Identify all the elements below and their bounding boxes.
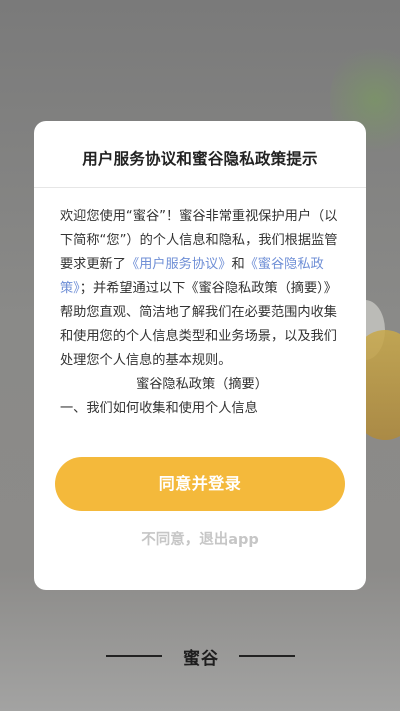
privacy-dialog: 用户服务协议和蜜谷隐私政策提示 欢迎您使用“蜜谷”！蜜谷非常重视保护用户（以下简… [34, 121, 366, 590]
service-agreement-link[interactable]: 《用户服务协议》 [126, 257, 232, 272]
title-divider [34, 187, 366, 188]
body-text: ；并希望通过以下《蜜谷隐私政策（摘要）》帮助您直观、简洁地了解我们在必要范围内收… [60, 281, 337, 368]
section-heading: 一、我们如何收集和使用个人信息 [60, 401, 258, 416]
brand-footer: 蜜谷 [0, 644, 400, 669]
brand-divider-left [106, 655, 162, 657]
brand-divider-right [239, 655, 295, 657]
agree-login-button[interactable]: 同意并登录 [55, 457, 345, 511]
dialog-body: 欢迎您使用“蜜谷”！蜜谷非常重视保护用户（以下简称“您”）的个人信息和隐私，我们… [60, 205, 344, 421]
disagree-exit-button[interactable]: 不同意，退出app [34, 528, 366, 549]
brand-name: 蜜谷 [183, 649, 219, 669]
dialog-title: 用户服务协议和蜜谷隐私政策提示 [82, 150, 318, 168]
conjunction-text: 和 [231, 257, 245, 272]
summary-heading: 蜜谷隐私政策（摘要） [136, 377, 268, 392]
